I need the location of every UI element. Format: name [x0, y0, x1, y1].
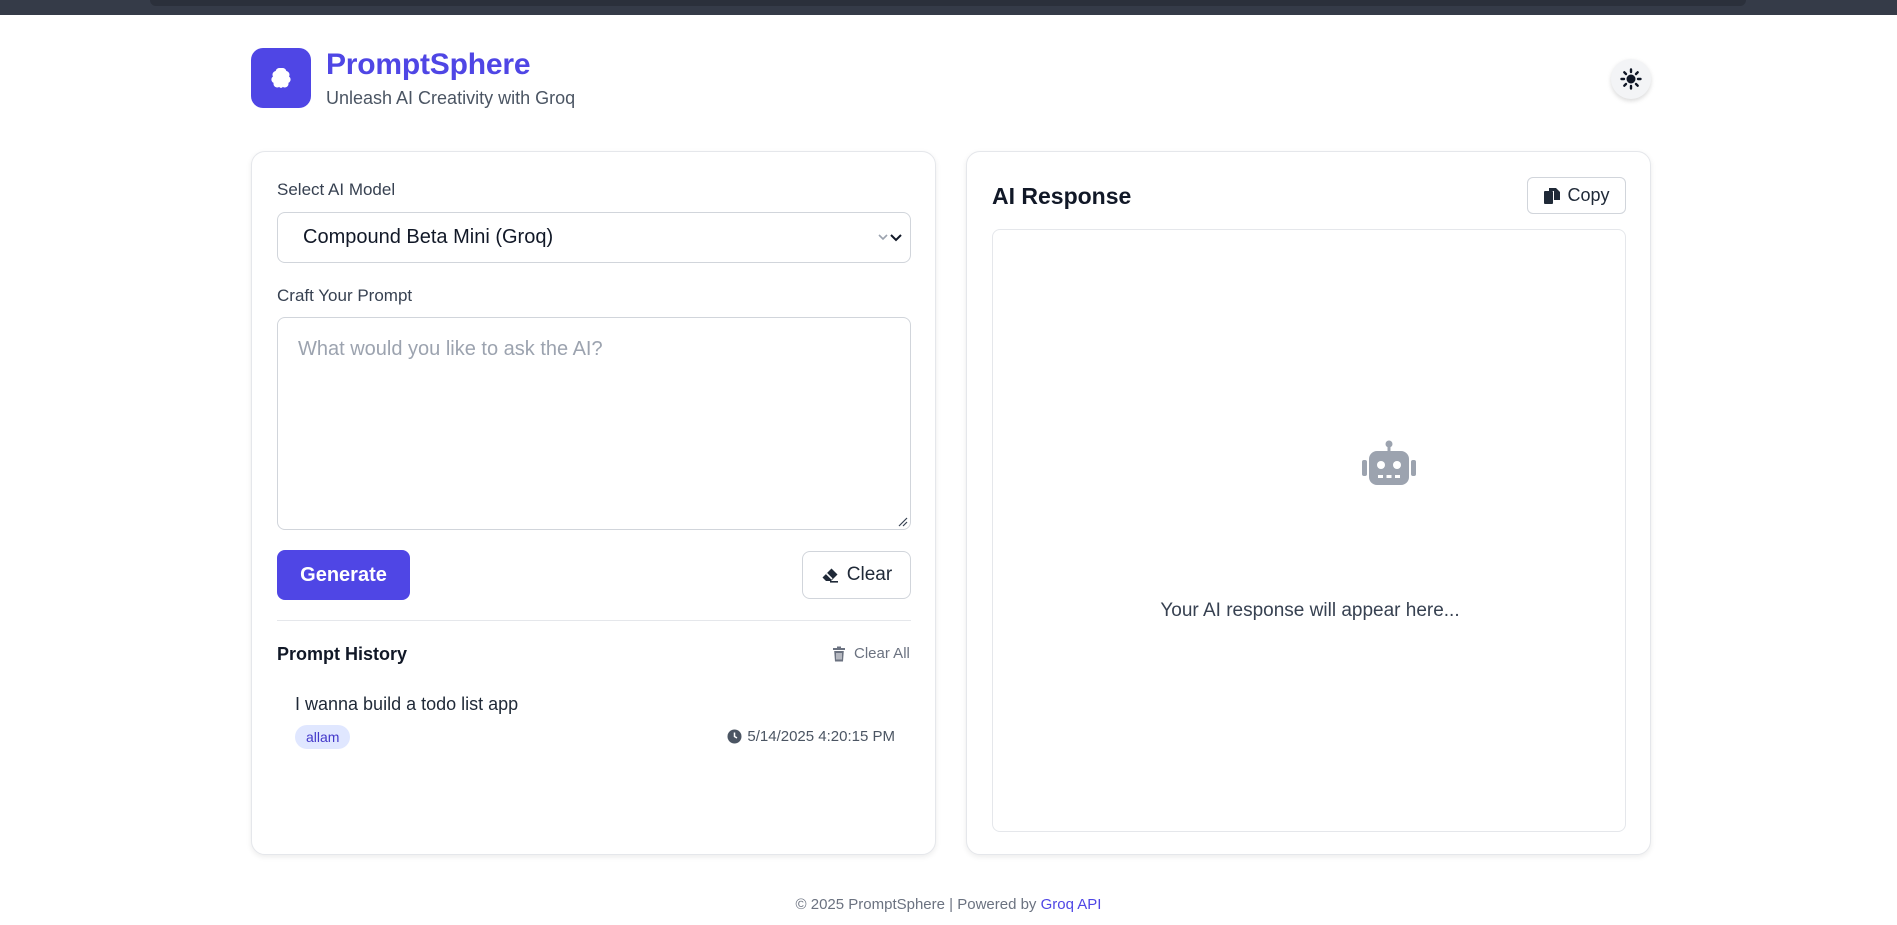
- footer: © 2025 PromptSphere | Powered by Groq AP…: [0, 896, 1897, 913]
- response-panel: AI Response Copy Your AI response will a…: [966, 151, 1651, 855]
- history-title: Prompt History: [277, 644, 408, 664]
- chevron-down-icon: [878, 234, 902, 242]
- prompt-input[interactable]: What would you like to ask the AI?: [277, 317, 911, 530]
- prompt-placeholder: What would you like to ask the AI?: [298, 338, 603, 360]
- copy-button[interactable]: Copy: [1527, 177, 1626, 214]
- theme-toggle-button[interactable]: [1611, 59, 1651, 99]
- response-placeholder: Your AI response will appear here...: [1160, 600, 1460, 621]
- model-badge: allam: [295, 725, 351, 749]
- response-title: AI Response: [992, 183, 1132, 209]
- divider: [277, 620, 911, 621]
- resize-handle-icon[interactable]: [896, 515, 908, 527]
- browser-top-bar-inner: [150, 0, 1746, 6]
- clock-icon: [727, 729, 742, 744]
- eraser-icon: [822, 568, 838, 583]
- clear-button-label: Clear: [846, 564, 893, 585]
- history-item[interactable]: I wanna build a todo list app allam 5/14…: [277, 682, 911, 752]
- model-label: Select AI Model: [277, 180, 396, 199]
- prompt-panel: Select AI Model Compound Beta Mini (Groq…: [251, 151, 936, 855]
- trash-icon: [833, 646, 845, 661]
- clear-button[interactable]: Clear: [802, 551, 911, 599]
- model-select[interactable]: Compound Beta Mini (Groq): [277, 212, 911, 263]
- app-subtitle: Unleash AI Creativity with Groq: [326, 88, 576, 108]
- history-item-text: I wanna build a todo list app: [295, 694, 519, 714]
- app-title: PromptSphere: [326, 48, 531, 81]
- history-item-time: 5/14/2025 4:20:15 PM: [727, 728, 895, 745]
- clear-all-button[interactable]: Clear All: [832, 645, 910, 662]
- generate-button[interactable]: Generate: [277, 550, 410, 600]
- clear-all-label: Clear All: [854, 645, 910, 662]
- model-select-value: Compound Beta Mini (Groq): [303, 226, 554, 248]
- prompt-label: Craft Your Prompt: [277, 286, 413, 305]
- robot-icon: [1362, 440, 1416, 485]
- response-output: Your AI response will appear here...: [992, 229, 1626, 832]
- groq-api-link[interactable]: Groq API: [1041, 896, 1102, 913]
- browser-top-bar: [0, 0, 1897, 15]
- copy-icon: [1544, 187, 1561, 204]
- history-item-timestamp: 5/14/2025 4:20:15 PM: [747, 728, 895, 745]
- footer-text: © 2025 PromptSphere | Powered by: [795, 896, 1037, 913]
- logo: [251, 48, 311, 108]
- copy-button-label: Copy: [1567, 185, 1610, 205]
- brain-icon: [271, 68, 291, 88]
- sun-icon: [1620, 68, 1642, 90]
